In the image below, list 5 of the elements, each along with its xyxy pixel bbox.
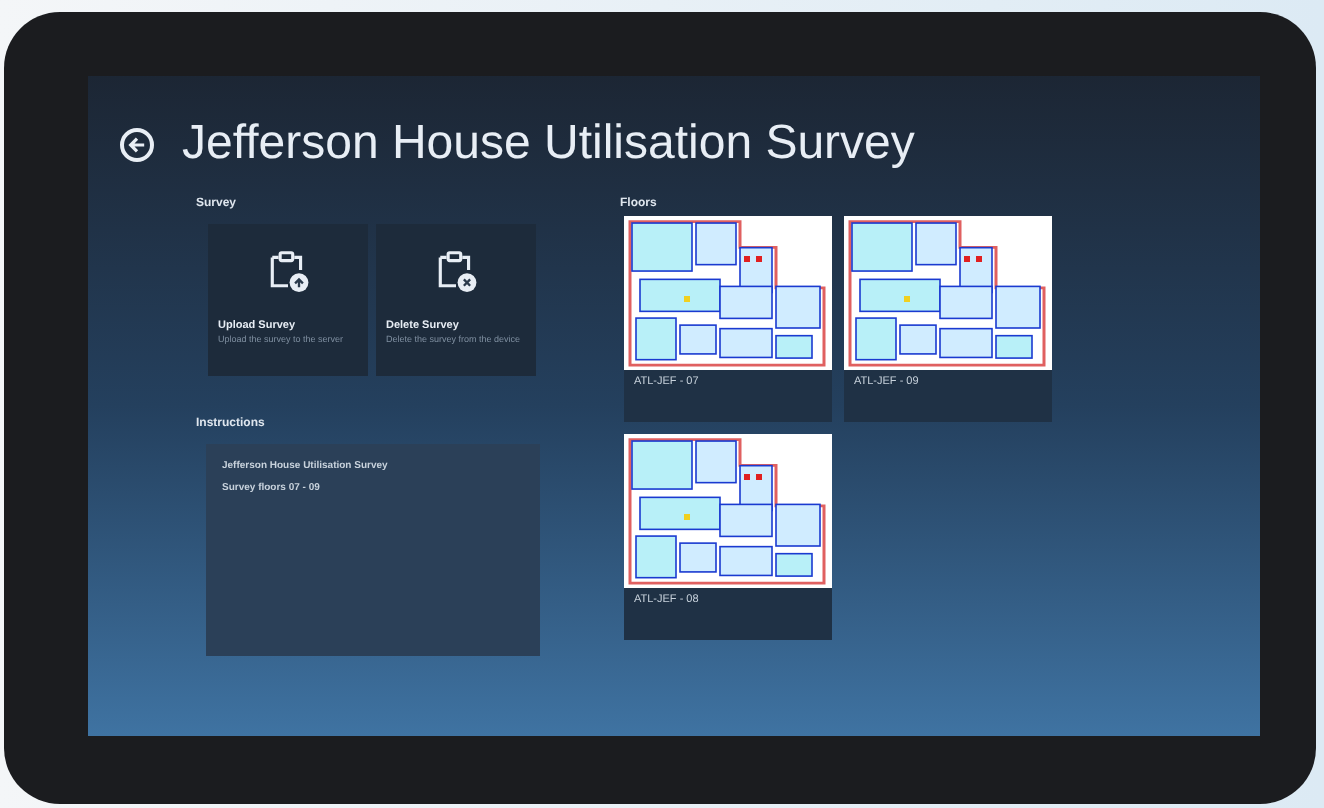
clipboard-delete-icon [434, 246, 478, 294]
clipboard-upload-icon [266, 246, 310, 294]
back-arrow-icon [128, 135, 146, 153]
page-title: Jefferson House Utilisation Survey [182, 116, 915, 172]
back-button[interactable] [120, 127, 154, 161]
